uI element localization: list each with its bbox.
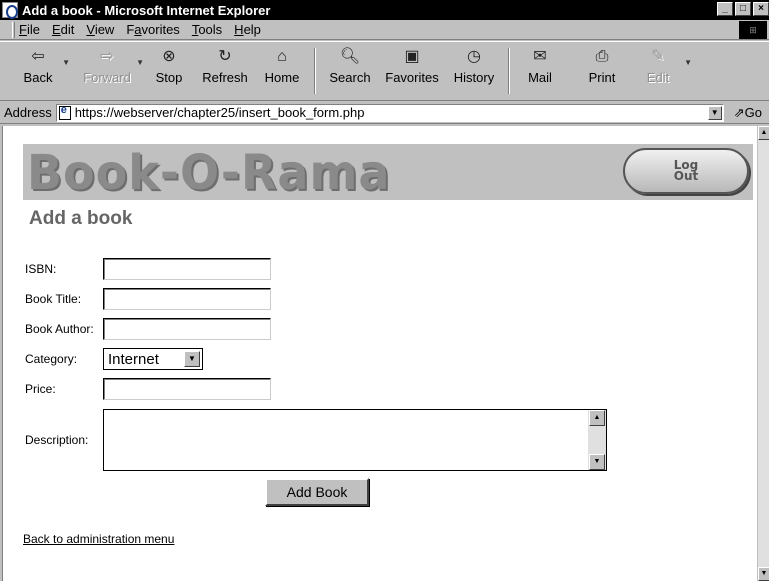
windows-logo-icon: ⊞ [739,21,767,39]
scroll-up-icon[interactable]: ▲ [589,410,605,426]
forward-button[interactable]: ⇨ Forward ▼ [74,42,144,98]
forward-dropdown-icon[interactable]: ▼ [136,58,144,67]
scroll-down-icon[interactable]: ▼ [589,454,605,470]
menu-edit[interactable]: Edit [52,22,74,37]
refresh-label: Refresh [202,70,248,85]
page-title: Add a book [29,208,133,229]
page-scrollbar[interactable]: ▲ ▼ [757,126,769,581]
menu-bar: File Edit View Favorites Tools Help ⊞ [0,20,769,40]
back-label: Back [23,70,53,85]
print-icon: ⎙ [595,48,609,65]
site-banner: Book-O-Rama Log Out [23,144,753,200]
address-input[interactable]: https://webserver/chapter25/insert_book_… [55,103,724,122]
address-bar: Address https://webserver/chapter25/inse… [0,102,769,124]
chevron-down-icon[interactable]: ▼ [184,351,200,367]
ie-icon [2,2,18,19]
page-content: Book-O-Rama Log Out Add a book ISBN: Boo… [2,126,757,581]
favorites-label: Favorites [385,70,439,85]
history-label: History [453,70,495,85]
isbn-row: ISBN: [25,258,271,280]
forward-label: Forward [83,70,131,85]
logout-button[interactable]: Log Out [623,148,749,194]
forward-arrow-icon: ⇨ [100,48,114,65]
description-label: Description: [25,433,89,447]
description-row: Description: ▲ ▼ [25,409,607,471]
title-label: Book Title: [25,292,82,306]
minimize-button[interactable]: _ [717,2,733,16]
home-icon: ⌂ [277,48,287,65]
history-button[interactable]: ◷ History [448,42,500,98]
address-url: https://webserver/chapter25/insert_book_… [74,105,365,120]
mail-button[interactable]: ✉ Mail [518,42,562,98]
back-button[interactable]: ⇦ Back ▼ [16,42,70,98]
search-label: Search [329,70,371,85]
maximize-button[interactable]: □ [735,2,751,16]
toolbar-separator [314,48,316,94]
favorites-icon: ▣ [404,48,420,65]
menu-tools[interactable]: Tools [192,22,222,37]
search-icon: 🔍︎ [339,48,361,65]
close-button[interactable]: × [753,2,769,16]
back-to-admin-link[interactable]: Back to administration menu [23,532,174,546]
category-label: Category: [25,352,78,366]
title-row: Book Title: [25,288,271,310]
edit-dropdown-icon[interactable]: ▼ [684,58,692,67]
refresh-button[interactable]: ↻ Refresh [196,42,254,98]
category-row: Category: Internet ▼ [25,348,203,370]
history-icon: ◷ [467,48,481,65]
search-button[interactable]: 🔍︎ Search [324,42,376,98]
isbn-label: ISBN: [25,262,57,276]
refresh-icon: ↻ [218,48,232,65]
author-row: Book Author: [25,318,271,340]
description-textarea[interactable]: ▲ ▼ [103,409,607,471]
stop-icon: ⊗ [162,48,176,65]
back-dropdown-icon[interactable]: ▼ [62,58,70,67]
page-icon [58,104,71,120]
menu-view[interactable]: View [86,22,114,37]
site-logo: Book-O-Rama [27,143,391,201]
scroll-down-icon[interactable]: ▼ [758,567,769,581]
category-select[interactable]: Internet ▼ [103,348,203,370]
category-value: Internet [108,350,159,368]
logout-label-line2: Out [673,169,699,183]
go-button[interactable]: ⇗Go [734,105,762,121]
add-book-button[interactable]: Add Book [265,478,369,506]
favorites-button[interactable]: ▣ Favorites [380,42,444,98]
print-label: Print [588,70,616,85]
author-input[interactable] [103,318,271,340]
print-button[interactable]: ⎙ Print [580,42,624,98]
go-label: Go [744,104,762,120]
title-input[interactable] [103,288,271,310]
address-label: Address [4,105,52,120]
window-controls: _ □ × [717,2,769,16]
scroll-up-icon[interactable]: ▲ [758,126,769,140]
menu-file[interactable]: File [19,22,40,37]
edit-icon: ✎ [651,48,665,65]
address-dropdown-icon[interactable]: ▼ [707,105,722,120]
menu-favorites[interactable]: Favorites [126,22,179,37]
toolbar-separator [508,48,510,94]
toolbar: ⇦ Back ▼ ⇨ Forward ▼ ⊗ Stop ↻ Refresh ⌂ … [0,41,769,101]
menu-help[interactable]: Help [234,22,261,37]
title-bar: Add a book - Microsoft Internet Explorer… [0,0,769,20]
stop-button[interactable]: ⊗ Stop [146,42,192,98]
price-input[interactable] [103,378,271,400]
author-label: Book Author: [25,322,94,336]
home-button[interactable]: ⌂ Home [258,42,306,98]
stop-label: Stop [155,70,183,85]
isbn-input[interactable] [103,258,271,280]
back-arrow-icon: ⇦ [31,48,45,65]
mail-icon: ✉ [533,48,547,65]
price-label: Price: [25,382,56,396]
edit-button[interactable]: ✎ Edit ▼ [638,42,692,98]
edit-label: Edit [646,70,670,85]
home-label: Home [264,70,300,85]
mail-label: Mail [528,70,552,85]
price-row: Price: [25,378,271,400]
window-title: Add a book - Microsoft Internet Explorer [22,2,271,18]
textarea-scrollbar[interactable]: ▲ ▼ [588,410,606,470]
menu-grip [12,21,15,38]
